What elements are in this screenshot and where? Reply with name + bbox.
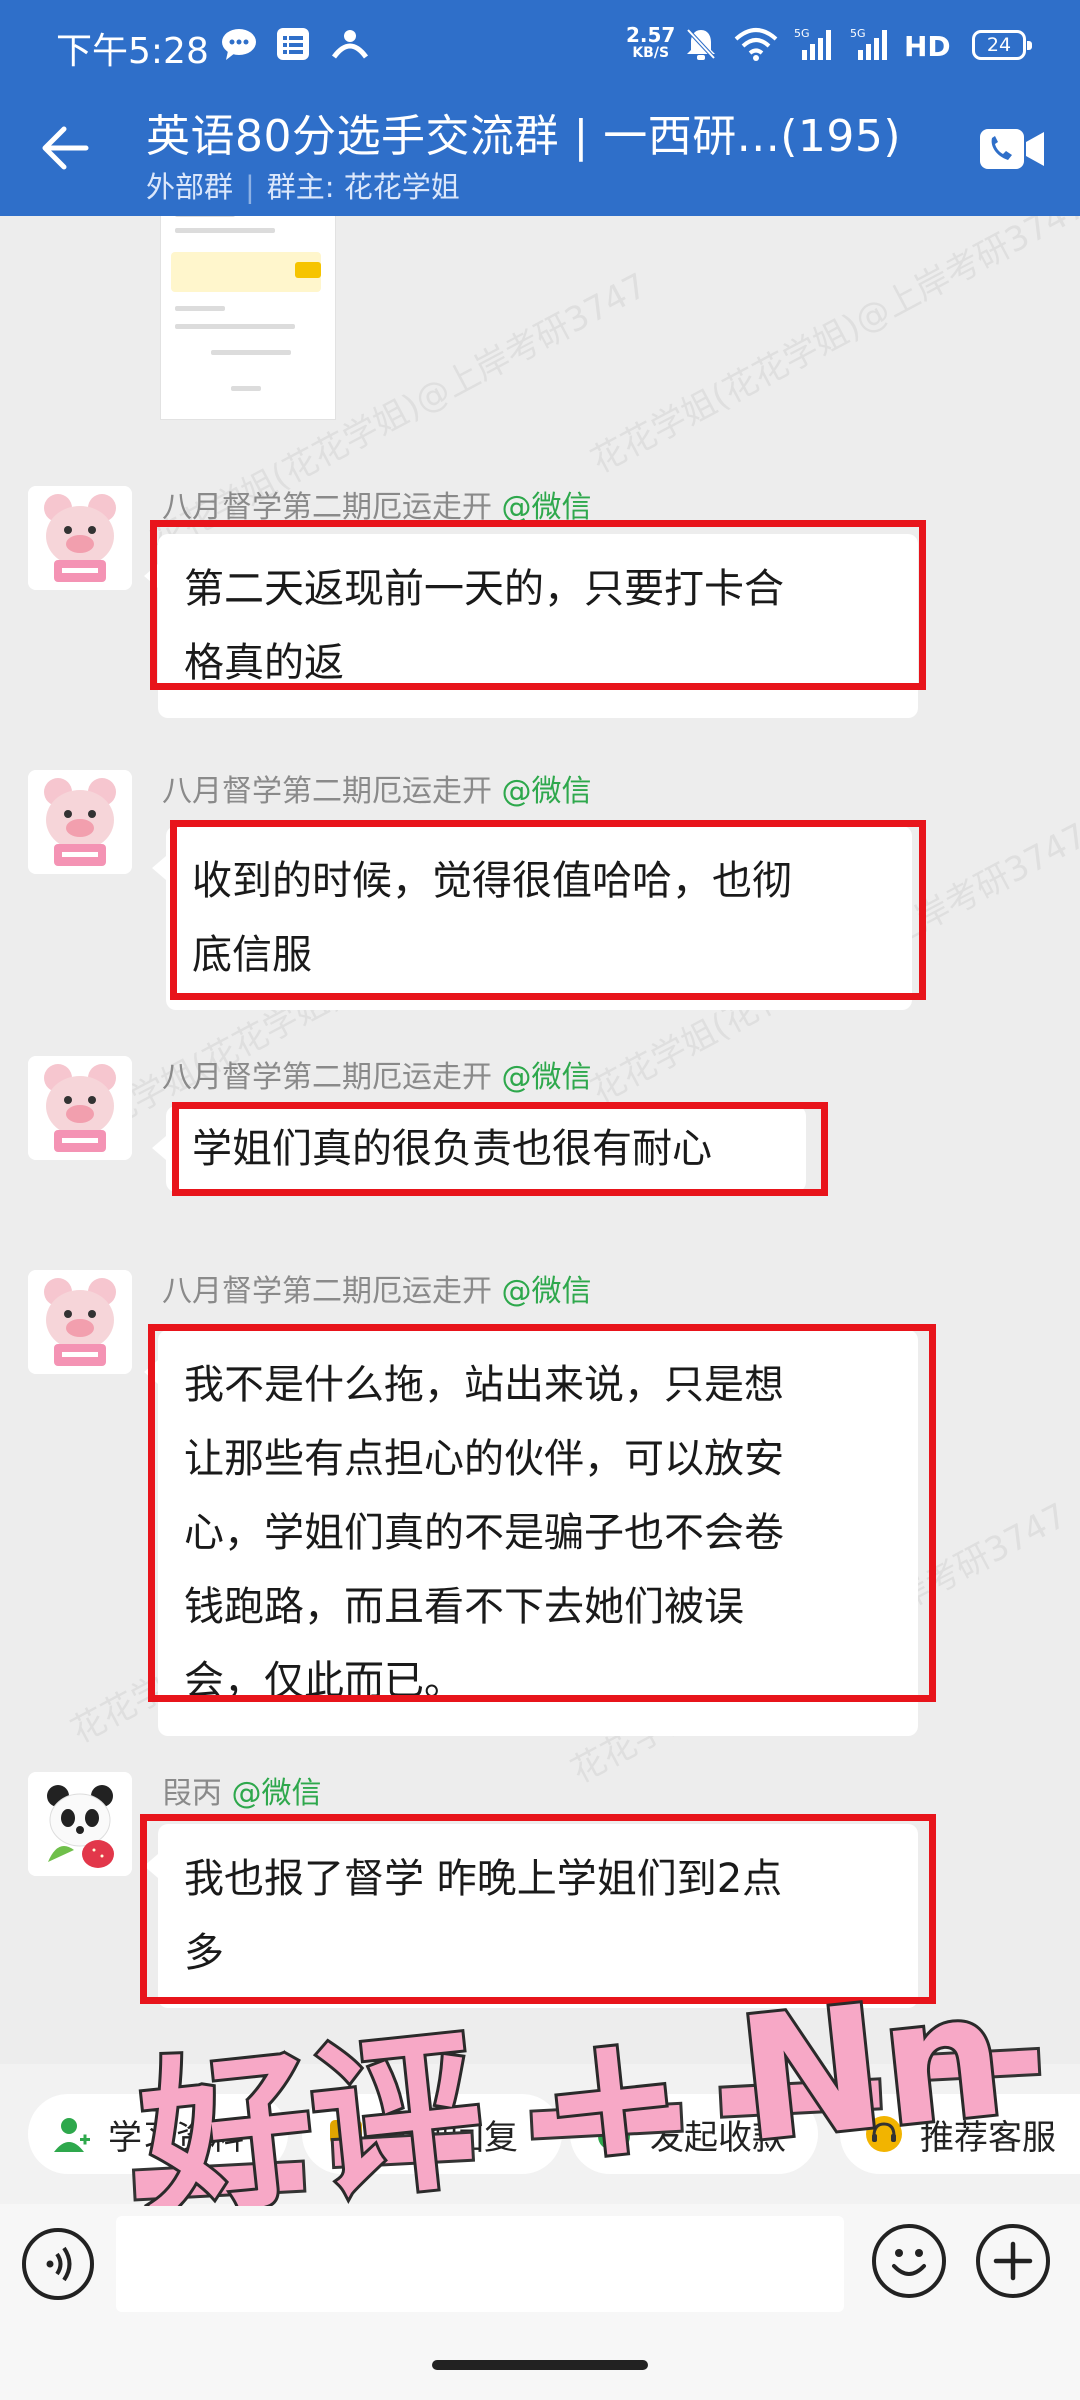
quick-action-label: 学习资料 (108, 2117, 244, 2158)
smiley-icon (892, 2249, 926, 2276)
sender-nickname: 八月督学第二期厄运走开 (162, 774, 492, 809)
message-line: 会，仅此而已。 (184, 1658, 464, 1704)
quick-action-label: 发起收款 (650, 2117, 786, 2158)
quick-action-request-payment[interactable]: ¥ 发起收款 (570, 2094, 818, 2174)
status-bar: 下午5:28 2.57 KB/S 5G 5G HD 24 (0, 0, 1080, 96)
svg-text:¥: ¥ (607, 2123, 621, 2147)
wechat-tag: @微信 (501, 1274, 592, 1309)
message-line: 让那些有点担心的伙伴，可以放安 (184, 1436, 784, 1482)
external-group-label: 外部群 (146, 170, 234, 204)
battery-icon: 24 (972, 30, 1032, 60)
yuan-icon: ¥ (592, 2112, 636, 2156)
wechat-tag: @微信 (231, 1776, 322, 1811)
back-arrow-icon[interactable] (36, 118, 96, 178)
svg-text:5G: 5G (794, 27, 810, 40)
avatar[interactable] (28, 770, 132, 874)
chat-area[interactable]: 花花学姐(花花学姐)@上岸考研3747 花花学姐(花花学姐)@上岸考研3747 … (0, 216, 1080, 2064)
sender-nickname: 八月督学第二期厄运走开 (162, 1060, 492, 1095)
mute-bell-icon (684, 26, 718, 62)
plus-icon (993, 2241, 1033, 2281)
message-bubble[interactable]: 我也报了督学 昨晚上学姐们到2点 多 (144, 1824, 918, 2008)
quick-action-study-materials[interactable]: 学习资料 (28, 2094, 288, 2174)
list-app-icon (276, 26, 310, 62)
person-icon (50, 2112, 94, 2156)
net-speed: 2.57 KB/S (626, 23, 676, 61)
subtitle-divider: | (245, 170, 255, 204)
group-owner-label[interactable]: 群主: 花花学姐 (267, 170, 460, 204)
message-bubble[interactable]: 我不是什么拖，站出来说，只是想 让那些有点担心的伙伴，可以放安 心，学姐们真的不… (144, 1330, 918, 1736)
message-line: 格真的返 (184, 640, 344, 686)
message-line: 多 (184, 1930, 224, 1976)
message-line: 我也报了督学 昨晚上学姐们到2点 (184, 1856, 783, 1902)
avatar[interactable] (28, 1056, 132, 1160)
video-call-icon[interactable] (978, 126, 1046, 172)
avatar[interactable] (28, 486, 132, 590)
voice-input-button[interactable] (22, 2228, 94, 2300)
sender-name: 八月督学第二期厄运走开 @微信 (162, 1266, 592, 1310)
service-icon (862, 2112, 906, 2156)
message-bubble[interactable]: 第二天返现前一天的，只要打卡合 格真的返 (144, 534, 918, 718)
chat-title: 英语80分选手交流群 | 一西研...(195) (146, 111, 902, 162)
watermark: 花花学姐(花花学姐)@上岸考研3747 (584, 216, 1080, 482)
hd-indicator: HD (904, 30, 951, 63)
voice-icon (46, 2246, 72, 2282)
signal-5g-2-icon: 5G (850, 26, 894, 62)
message-line: 收到的时候，觉得很值哈哈，也彻 (192, 858, 792, 904)
message-bubble[interactable]: 收到的时候，觉得很值哈哈，也彻 底信服 (152, 826, 912, 1010)
signal-5g-1-icon: 5G (794, 26, 838, 62)
quick-action-quick-reply[interactable]: 快捷回复 (302, 2094, 562, 2174)
battery-level: 24 (986, 34, 1012, 56)
quick-action-recommend-service[interactable]: 推荐客服 (840, 2094, 1080, 2174)
sender-nickname: 八月督学第二期厄运走开 (162, 490, 492, 525)
quick-action-label: 快捷回复 (382, 2117, 518, 2158)
emoji-button[interactable] (872, 2224, 946, 2298)
avatar[interactable] (28, 1772, 132, 1876)
wechat-tag: @微信 (501, 774, 592, 809)
wechat-tag: @微信 (501, 1060, 592, 1095)
home-indicator[interactable] (432, 2360, 648, 2370)
sender-name: 八月督学第二期厄运走开 @微信 (162, 482, 592, 526)
quick-action-label: 推荐客服 (920, 2117, 1056, 2158)
message-line: 底信服 (192, 932, 312, 978)
top-bar: 下午5:28 2.57 KB/S 5G 5G HD 24 英语80分选手交流群 … (0, 0, 1080, 216)
svg-text:5G: 5G (850, 27, 866, 40)
chat-subtitle: 外部群 | 群主: 花花学姐 (146, 164, 460, 206)
wechat-tag: @微信 (501, 490, 592, 525)
quick-action-bar: 学习资料 快捷回复 ¥ 发起收款 推荐客服 (0, 2064, 1080, 2204)
message-input[interactable] (116, 2216, 844, 2312)
contacts-app-icon (330, 26, 370, 62)
wifi-icon (734, 26, 778, 62)
message-line: 心，学姐们真的不是骗子也不会卷 (184, 1510, 784, 1556)
message-line: 我不是什么拖，站出来说，只是想 (184, 1362, 784, 1408)
status-time: 下午5:28 (56, 31, 209, 72)
shared-image-thumbnail[interactable] (160, 216, 336, 420)
sender-nickname: 叚丙 (162, 1776, 222, 1811)
chat-bubble-icon (220, 26, 258, 62)
input-bar (0, 2204, 1080, 2330)
message-line: 学姐们真的很负责也很有耐心 (192, 1126, 712, 1172)
sender-name: 八月督学第二期厄运走开 @微信 (162, 1052, 592, 1096)
sender-name: 叚丙 @微信 (162, 1768, 322, 1812)
message-line: 钱跑路，而且看不下去她们被误 (184, 1584, 744, 1630)
message-line: 第二天返现前一天的，只要打卡合 (184, 566, 784, 612)
navigation-bar (0, 2330, 1080, 2400)
sender-nickname: 八月督学第二期厄运走开 (162, 1274, 492, 1309)
sender-name: 八月督学第二期厄运走开 @微信 (162, 766, 592, 810)
message-bubble[interactable]: 学姐们真的很负责也很有耐心 (152, 1106, 806, 1192)
more-button[interactable] (976, 2224, 1050, 2298)
reply-icon (324, 2112, 368, 2156)
avatar[interactable] (28, 1270, 132, 1374)
